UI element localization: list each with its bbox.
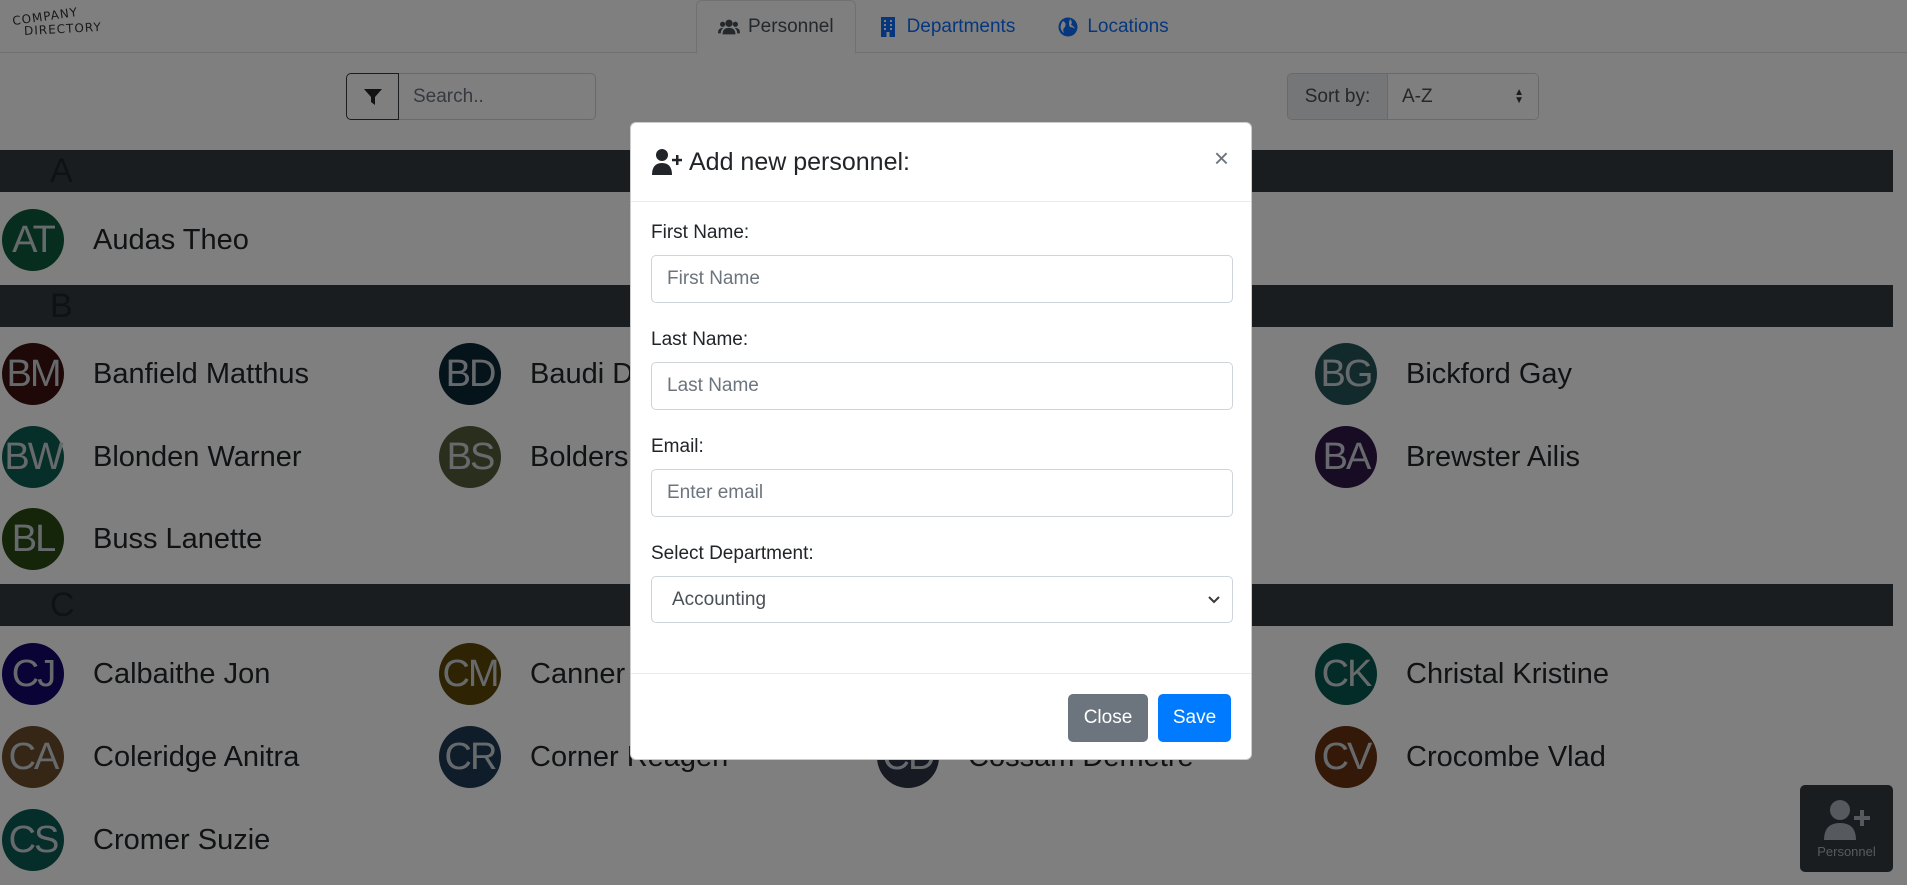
add-personnel-modal: Add new personnel: × First Name: Last Na… (630, 122, 1252, 760)
email-input[interactable] (651, 469, 1233, 517)
email-label: Email: (651, 436, 704, 457)
user-plus-icon (652, 149, 682, 175)
save-button[interactable]: Save (1158, 693, 1231, 742)
department-label: Select Department: (651, 543, 814, 564)
modal-body: First Name: Last Name: Email: Select Dep… (631, 202, 1251, 623)
department-value: Accounting (672, 588, 767, 610)
first-name-input[interactable] (651, 255, 1233, 303)
close-button[interactable]: Close (1068, 693, 1148, 742)
chevron-down-icon (1208, 595, 1220, 603)
department-select[interactable]: Accounting (651, 576, 1233, 623)
close-icon[interactable]: × (1214, 145, 1229, 171)
last-name-label: Last Name: (651, 329, 749, 350)
modal-footer: Close Save (631, 673, 1251, 761)
modal-title: Add new personnel: (651, 148, 910, 177)
modal-title-text: Add new personnel: (689, 147, 910, 176)
last-name-input[interactable] (651, 362, 1233, 410)
first-name-label: First Name: (651, 222, 750, 243)
modal-header: Add new personnel: × (631, 123, 1251, 202)
